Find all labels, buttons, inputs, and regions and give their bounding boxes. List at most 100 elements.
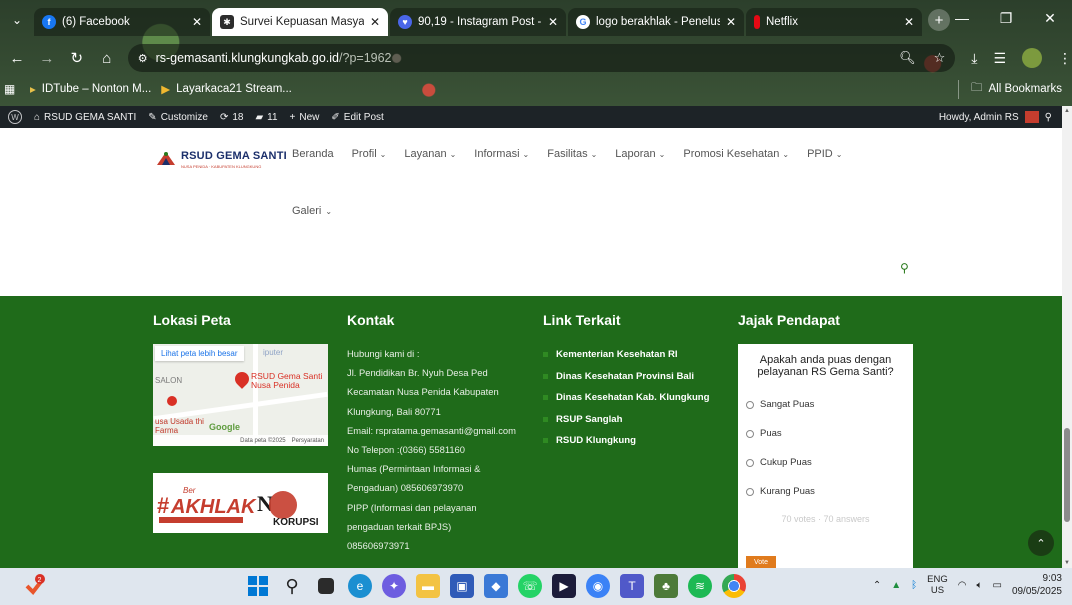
poll-option[interactable]: Puas: [746, 419, 905, 448]
nav-beranda[interactable]: Beranda: [292, 148, 334, 160]
scroll-up-icon[interactable]: ▲: [1064, 108, 1070, 114]
nav-layanan[interactable]: Layanan ⌄: [404, 148, 456, 160]
clock[interactable]: 9:03 09/05/2025: [1012, 572, 1062, 598]
nav-fasilitas[interactable]: Fasilitas ⌄: [547, 148, 597, 160]
photos-icon[interactable]: ◆: [484, 574, 508, 598]
close-icon[interactable]: ✕: [370, 15, 380, 29]
download-icon[interactable]: ⤓: [971, 50, 977, 67]
battery-icon[interactable]: ▭: [992, 580, 1001, 591]
tab-netflix[interactable]: Netflix ✕: [746, 8, 922, 36]
related-link[interactable]: RSUP Sanglah: [543, 409, 710, 431]
nav-label: Fasilitas: [547, 148, 588, 160]
edge-icon[interactable]: e: [348, 574, 372, 598]
home-icon[interactable]: ⌂: [94, 45, 120, 71]
tab-google[interactable]: G logo berakhlak - Penelusu ✕: [568, 8, 744, 36]
volume-icon[interactable]: 🔈︎: [976, 580, 982, 591]
tab-instagram[interactable]: ♥ 90,19 - Instagram Post - ✕: [390, 8, 566, 36]
file-explorer-icon[interactable]: ▬: [416, 574, 440, 598]
tab-search-icon[interactable]: ⌄: [0, 6, 34, 34]
bluetooth-icon[interactable]: ᛒ: [911, 580, 917, 591]
close-icon[interactable]: ✕: [726, 15, 736, 29]
close-icon[interactable]: ✕: [192, 15, 202, 29]
chrome-icon[interactable]: [722, 574, 746, 598]
related-link[interactable]: Dinas Kesehatan Provinsi Bali: [543, 366, 710, 388]
site-logo[interactable]: RSUD GEMA SANTI NUSA PENIDA · KABUPATEN …: [155, 146, 287, 169]
wordpress-logo-icon[interactable]: W: [8, 110, 22, 124]
tab-facebook[interactable]: f (6) Facebook ✕: [34, 8, 210, 36]
bookmark-item[interactable]: ▶ Layarkaca21 Stream...: [161, 82, 292, 96]
drive-icon[interactable]: ▲: [891, 580, 901, 591]
tab-survei[interactable]: ✱ Survei Kepuasan Masyara ✕: [212, 8, 388, 36]
related-link[interactable]: Dinas Kesehatan Kab. Klungkung: [543, 387, 710, 409]
search-icon[interactable]: ⚲: [900, 261, 909, 275]
clipchamp-icon[interactable]: ▶: [552, 574, 576, 598]
teams-icon[interactable]: T: [620, 574, 644, 598]
admin-updates[interactable]: ⟳ 18: [220, 112, 244, 123]
embedded-map[interactable]: Lihat peta lebih besar iputer SALON RSUD…: [153, 344, 328, 446]
solitaire-icon[interactable]: ♣: [654, 574, 678, 598]
chevron-down-icon: ⌄: [658, 150, 666, 159]
nav-informasi[interactable]: Informasi ⌄: [474, 148, 529, 160]
admin-site-link[interactable]: ⌂ RSUD GEMA SANTI: [34, 112, 136, 123]
messenger-icon[interactable]: ◉: [586, 574, 610, 598]
spotify-icon[interactable]: ≋: [688, 574, 712, 598]
radio-button[interactable]: [746, 487, 754, 496]
zoom-icon[interactable]: 🔍︎: [899, 50, 916, 66]
search-icon[interactable]: ⚲: [280, 574, 304, 598]
notification-widget[interactable]: 2: [24, 574, 46, 596]
apps-icon[interactable]: ▦: [4, 82, 20, 96]
reload-icon[interactable]: ↻: [64, 45, 90, 71]
admin-customize[interactable]: ✎ Customize: [148, 112, 208, 123]
forward-icon[interactable]: →: [34, 45, 60, 71]
close-icon[interactable]: ✕: [904, 15, 914, 29]
task-view-icon[interactable]: [318, 578, 334, 594]
close-window-icon[interactable]: ✕: [1028, 0, 1072, 36]
language-indicator[interactable]: ENG US: [927, 574, 948, 596]
page-scrollbar[interactable]: ▲ ▼: [1062, 106, 1072, 568]
copilot-icon[interactable]: ✦: [382, 574, 406, 598]
scroll-to-top-button[interactable]: ⌃: [1028, 530, 1054, 556]
bookmark-item[interactable]: ▸ IDTube – Nonton M...: [30, 82, 151, 96]
admin-edit-post[interactable]: ✐ Edit Post: [331, 112, 383, 123]
menu-icon[interactable]: ⋮: [1058, 50, 1072, 67]
profile-avatar[interactable]: [1022, 48, 1042, 68]
poll-option[interactable]: Cukup Puas: [746, 448, 905, 477]
scroll-down-icon[interactable]: ▼: [1064, 560, 1070, 566]
address-bar[interactable]: ⚙ rs-gemasanti.klungkungkab.go.id/?p=196…: [127, 44, 956, 72]
chevron-up-icon[interactable]: ⌃: [873, 580, 881, 591]
vote-button[interactable]: Vote: [746, 556, 776, 568]
wifi-icon[interactable]: ◠: [958, 580, 967, 591]
close-icon[interactable]: ✕: [548, 15, 558, 29]
nav-galeri[interactable]: Galeri ⌄: [292, 205, 332, 217]
related-link[interactable]: Kementerian Kesehatan RI: [543, 344, 710, 366]
radio-button[interactable]: [746, 400, 754, 409]
admin-account[interactable]: Howdy, Admin RS ⚲: [939, 111, 1052, 123]
view-larger-map-link[interactable]: Lihat peta lebih besar: [155, 346, 244, 361]
nav-promosi[interactable]: Promosi Kesehatan ⌄: [683, 148, 789, 160]
reading-list-icon[interactable]: ☰: [993, 50, 1006, 67]
search-icon[interactable]: ⚲: [1045, 112, 1052, 123]
nav-ppid[interactable]: PPID ⌄: [807, 148, 842, 160]
radio-button[interactable]: [746, 458, 754, 467]
site-info-icon[interactable]: ⚙: [138, 52, 148, 65]
admin-new[interactable]: + New: [290, 112, 320, 123]
related-link[interactable]: RSUD Klungkung: [543, 430, 710, 452]
back-icon[interactable]: ←: [4, 45, 30, 71]
restore-icon[interactable]: ❐: [984, 0, 1028, 36]
radio-button[interactable]: [746, 429, 754, 438]
nav-profil[interactable]: Profil ⌄: [352, 148, 387, 160]
windows-start-icon[interactable]: [246, 574, 270, 598]
nav-laporan[interactable]: Laporan ⌄: [615, 148, 665, 160]
minimize-icon[interactable]: —: [940, 0, 984, 36]
kontak-email[interactable]: Email: rspratama.gemasanti@gmail.com: [347, 421, 532, 440]
bookmark-star-icon[interactable]: ☆: [934, 50, 946, 66]
all-bookmarks[interactable]: 🗀 All Bookmarks: [958, 79, 1062, 99]
whatsapp-icon[interactable]: ☏: [518, 574, 542, 598]
poll-option[interactable]: Kurang Puas: [746, 477, 905, 506]
scrollbar-thumb[interactable]: [1064, 428, 1070, 522]
store-icon[interactable]: ▣: [450, 574, 474, 598]
poll-option[interactable]: Sangat Puas: [746, 390, 905, 419]
admin-comments[interactable]: ▰ 11: [255, 112, 277, 123]
map-data-label: Data peta ©2025: [240, 437, 286, 444]
map-terms-link[interactable]: Persyaratan: [292, 438, 324, 444]
